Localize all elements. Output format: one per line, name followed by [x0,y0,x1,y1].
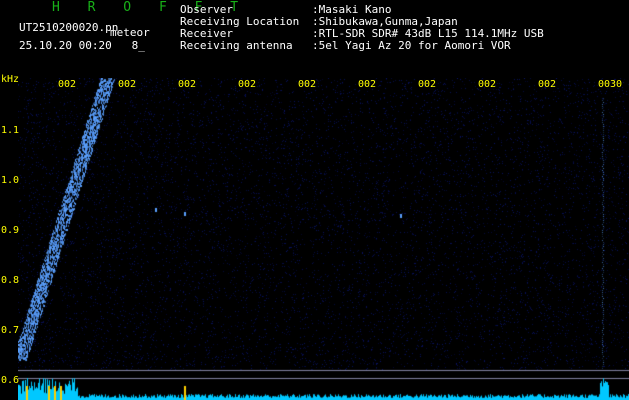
time-tick-2: 002 [118,79,137,90]
time-tick-3: 002 [178,79,197,90]
time-tick-8: 002 [478,79,497,90]
time-tick-6: 002 [358,79,377,90]
time-tick-7: 002 [418,79,437,90]
file-name: UT2510200020.pn [19,21,119,34]
y-tick-3: 0.9 [1,225,20,236]
time-tick-4: 002 [238,79,257,90]
hrofft-window: H R O F F T UT2510200020.pn meteor 25.10… [0,0,629,400]
spectrogram-canvas [18,78,629,400]
y-unit-label: kHz [1,74,20,85]
y-tick-6: 0.6 [1,375,20,386]
file-suffix: meteor [110,26,150,39]
time-tick-1: 002 [58,79,77,90]
antenna-value: :5el Yagi Az 20 for Aomori VOR [312,39,511,52]
antenna-label: Receiving antenna [180,39,293,52]
y-tick-5: 0.7 [1,325,20,336]
capture-datetime: 25.10.20 00:20 8_ [19,39,145,52]
y-tick-2: 1.0 [1,175,20,186]
y-tick-4: 0.8 [1,275,20,286]
time-tick-9: 002 [538,79,557,90]
time-tick-5: 002 [298,79,317,90]
time-tick-10: 0030 [598,79,623,90]
y-tick-1: 1.1 [1,125,20,136]
